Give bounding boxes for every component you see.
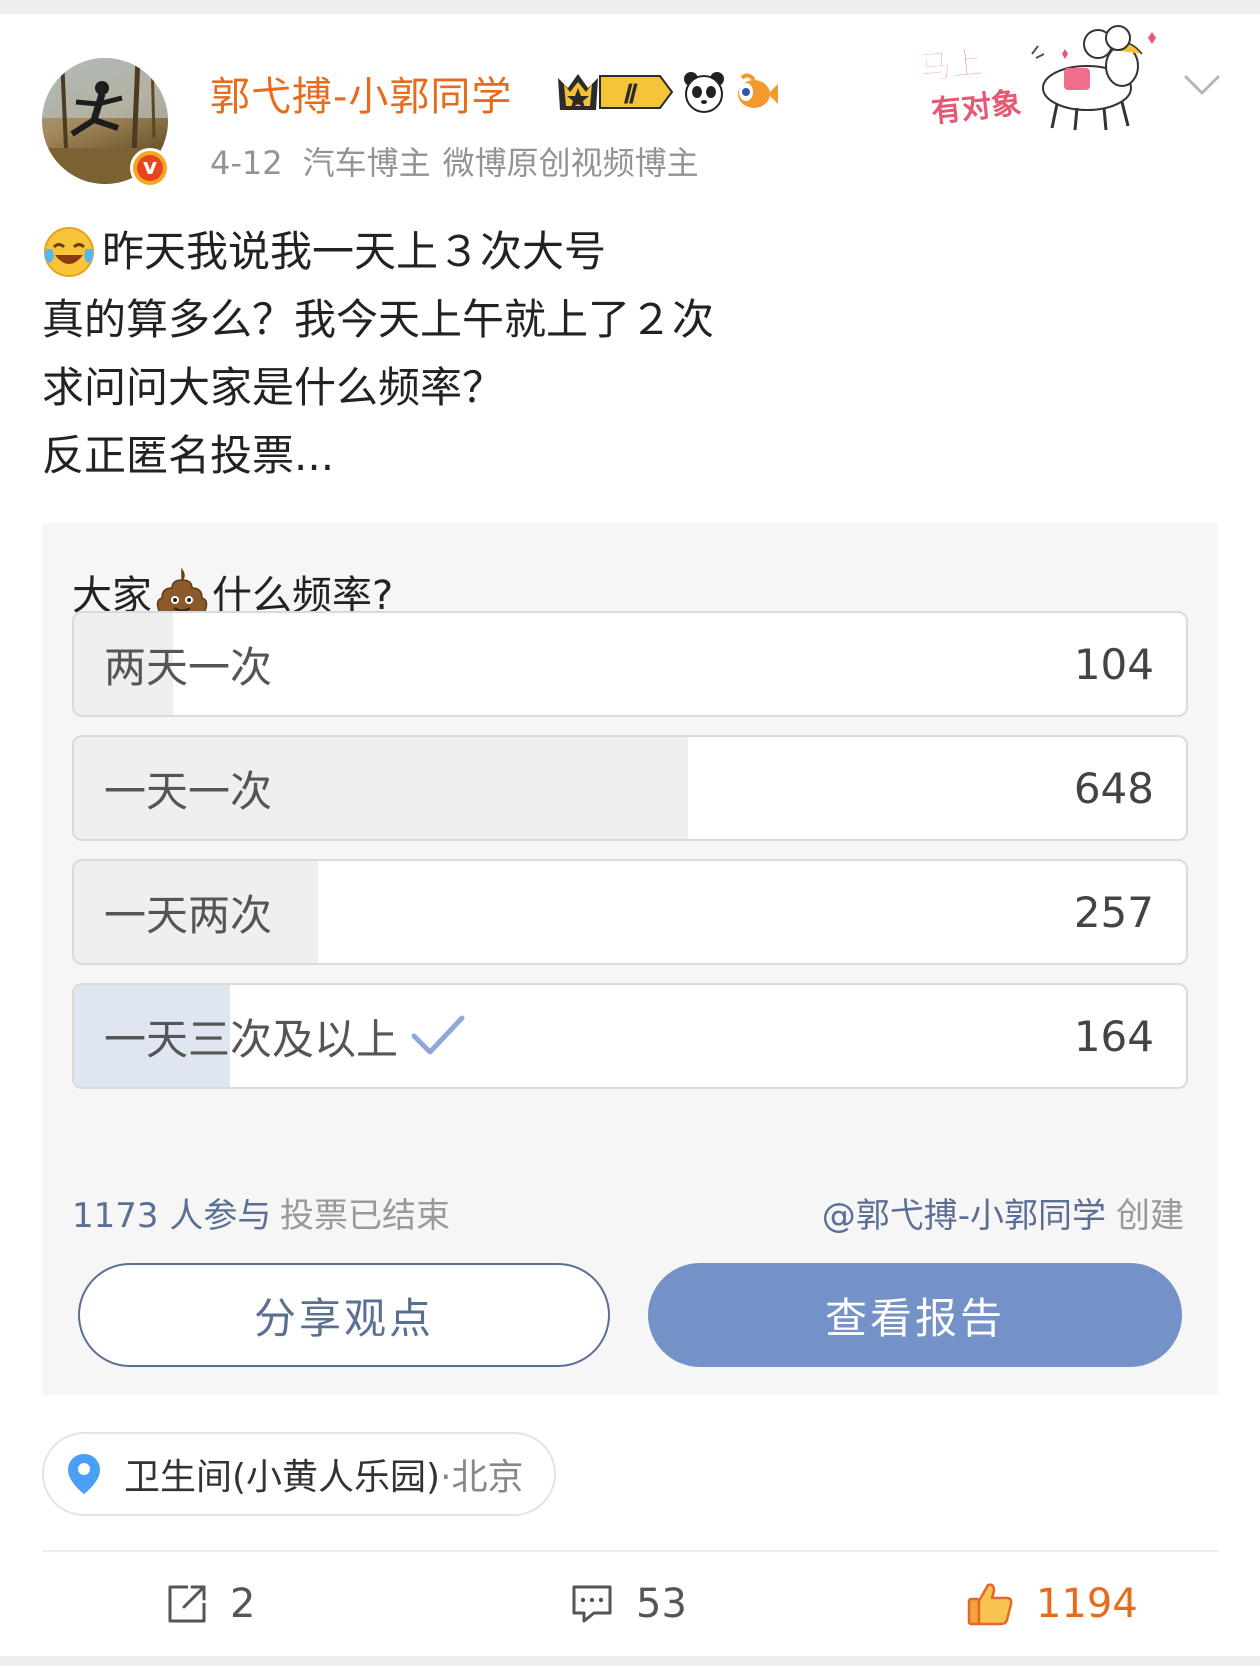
divider [42,1550,1218,1552]
like-icon [967,1583,1013,1626]
bottom-strip [0,1656,1260,1666]
like-button[interactable]: 1194 [966,1574,1138,1634]
post-line-4: 反正匿名投票... [42,422,714,490]
panda-icon[interactable] [682,70,726,114]
location-city: ·北京 [440,1457,524,1498]
post-text-line-2: 真的算多么？我今天上午就上了２次 [42,295,715,344]
repost-icon [168,1585,206,1623]
like-count: 1194 [1036,1581,1138,1627]
fish-icon[interactable] [734,70,778,114]
author-tag-auto: 汽车博主 [302,144,431,182]
poll-card: 大家 什么频率? 两天一次 104 一天一次 648 一天两次 257 一天三次… [42,523,1218,1395]
chevron-down-icon[interactable] [1183,70,1221,100]
poll-option-4-label: 一天三次及以上 [104,1014,399,1064]
poll-option-1[interactable]: 两天一次 104 [72,611,1188,717]
author-tag-video: 微博原创视频博主 [442,144,699,182]
repost-button[interactable]: 2 [166,1574,255,1634]
comment-button[interactable]: 53 [570,1574,687,1634]
location-place: 卫生间(小黄人乐园) [124,1457,441,1498]
check-icon [411,1015,465,1055]
poll-option-1-label: 两天一次 [104,642,273,692]
poll-creator-suffix: 创建 [1116,1196,1184,1236]
post-line-2: 真的算多么？我今天上午就上了２次 [42,286,714,354]
horse-sticker: 马上 有对象 [917,25,1156,131]
post-line-3: 求问问大家是什么频率？ [42,354,714,422]
poll-option-3[interactable]: 一天两次 257 [72,859,1188,965]
poll-participants: 1173 人参与 [72,1196,272,1236]
sticker-text-1: 马上 [917,43,985,87]
post-text-line-1: 昨天我说我一天上３次大号 [102,227,607,276]
laugh-cry-icon [44,227,94,277]
username[interactable]: 郭弋搏-小郭同学 [210,64,512,122]
badge-row: Ⅱ [556,68,778,116]
comment-icon [572,1585,612,1623]
poll-option-4-count: 164 [1073,1011,1154,1061]
location-pin-icon [68,1454,100,1494]
repost-count: 2 [230,1581,256,1627]
poll-option-4[interactable]: 一天三次及以上 164 [72,983,1188,1089]
location-tag[interactable]: 卫生间(小黄人乐园) ·北京 [42,1432,556,1516]
poll-option-2-label: 一天一次 [104,766,273,816]
poll-status: 投票已结束 [280,1196,450,1236]
poll-option-3-label: 一天两次 [104,890,273,940]
poll-creator-handle[interactable]: @郭弋搏-小郭同学 [822,1196,1106,1236]
crown-badge-icon[interactable]: Ⅱ [556,70,674,114]
poll-option-2[interactable]: 一天一次 648 [72,735,1188,841]
post-meta: 4-12 汽车博主 微博原创视频博主 [210,138,699,184]
poll-option-4-label-wrap: 一天三次及以上 [104,985,466,1087]
status-strip [0,0,1260,14]
poll-option-3-count: 257 [1073,887,1154,937]
view-report-button[interactable]: 查看报告 [648,1263,1182,1367]
poll-option-2-count: 648 [1073,763,1154,813]
post-line-1: 昨天我说我一天上３次大号 [42,218,714,286]
verified-icon: v [130,148,170,188]
sticker-text-2: 有对象 [930,86,1023,130]
poll-option-1-count: 104 [1073,639,1154,689]
share-opinion-button[interactable]: 分享观点 [78,1263,610,1367]
post-text-line-4: 反正匿名投票... [42,431,335,480]
post-text-line-3: 求问问大家是什么频率？ [42,363,505,412]
post-body: 昨天我说我一天上３次大号 真的算多么？我今天上午就上了２次 求问问大家是什么频率… [42,218,714,490]
comment-count: 53 [636,1581,687,1627]
poll-creator: @郭弋搏-小郭同学 创建 [822,1188,1184,1237]
post-date[interactable]: 4-12 [210,144,283,182]
